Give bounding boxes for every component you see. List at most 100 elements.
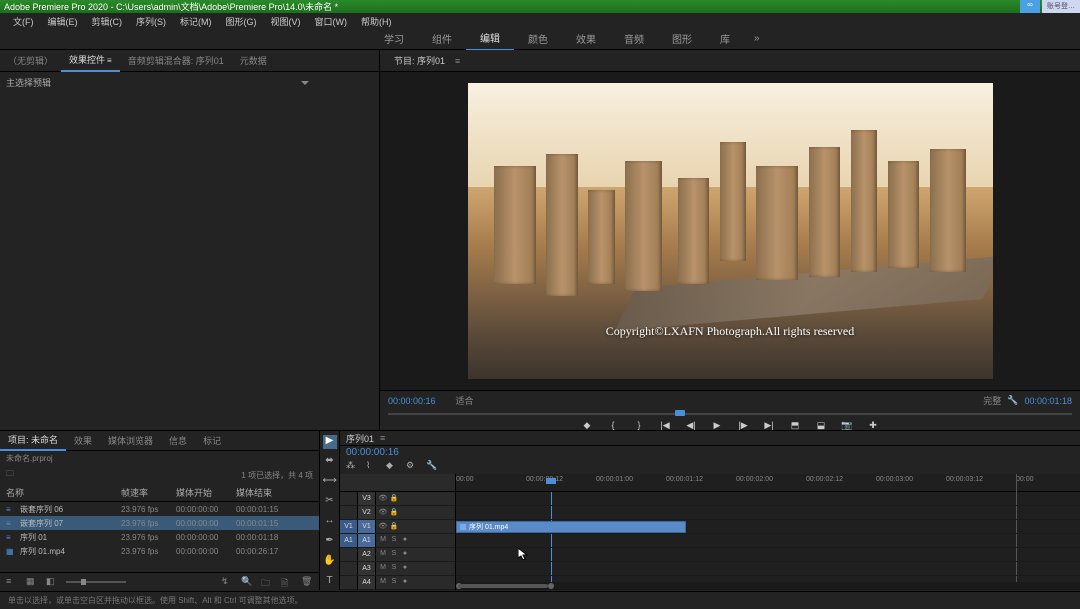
- source-selector[interactable]: 主选择预辑: [6, 76, 51, 89]
- solo-icon[interactable]: S: [389, 578, 399, 588]
- menu-item[interactable]: 图形(G): [219, 13, 264, 28]
- track-target[interactable]: A4: [358, 576, 376, 589]
- snap-icon[interactable]: ⁂: [346, 460, 358, 472]
- program-timecode-right[interactable]: 00:00:01:18: [1024, 396, 1072, 406]
- source-patch[interactable]: [340, 576, 358, 589]
- bin-icon[interactable]: 🗀: [6, 468, 14, 482]
- track-lane-v3[interactable]: [456, 492, 1080, 506]
- sign-in-button[interactable]: 账号登…: [1042, 0, 1080, 13]
- source-tab[interactable]: 效果控件≡: [61, 49, 120, 72]
- workspace-tab[interactable]: 效果: [562, 27, 610, 50]
- workspace-tab[interactable]: 学习: [370, 27, 418, 50]
- menu-item[interactable]: 剪辑(C): [85, 13, 130, 28]
- menu-item[interactable]: 文(F): [6, 13, 41, 28]
- panel-menu-icon[interactable]: ≡: [455, 56, 460, 66]
- menu-item[interactable]: 帮助(H): [354, 13, 399, 28]
- source-patch[interactable]: [340, 562, 358, 575]
- toggle-output-icon[interactable]: 👁: [378, 494, 388, 504]
- cloud-sync-icon[interactable]: ∞: [1020, 0, 1040, 13]
- program-timecode-left[interactable]: 00:00:00:16: [388, 396, 436, 406]
- zoom-in-handle[interactable]: [548, 583, 554, 589]
- project-item[interactable]: ≡嵌套序列 0723.976 fps00:00:00:0000:00:01:15: [0, 516, 319, 530]
- program-monitor[interactable]: Copyright©LXAFN Photograph.All rights re…: [380, 72, 1080, 390]
- voiceover-icon[interactable]: ●: [400, 536, 410, 546]
- track-target[interactable]: A3: [358, 562, 376, 575]
- track-lane-v2[interactable]: [456, 506, 1080, 520]
- razor-tool-icon[interactable]: ✂: [323, 495, 337, 509]
- track-lane-a3[interactable]: [456, 562, 1080, 576]
- audio-track-header[interactable]: A4MS●: [340, 576, 455, 590]
- video-track-header[interactable]: V1V1👁🔒: [340, 520, 455, 534]
- video-track-header[interactable]: V3👁🔒: [340, 492, 455, 506]
- project-tab[interactable]: 效果: [66, 431, 100, 450]
- workspace-tab[interactable]: 图形: [658, 27, 706, 50]
- slip-tool-icon[interactable]: ↔: [323, 515, 337, 529]
- project-item[interactable]: ▦序列 01.mp423.976 fps00:00:00:0000:00:26:…: [0, 544, 319, 558]
- workspace-tab[interactable]: 颜色: [514, 27, 562, 50]
- timeline-timecode[interactable]: 00:00:00:16: [346, 447, 399, 458]
- voiceover-icon[interactable]: ●: [400, 564, 410, 574]
- source-tab[interactable]: （无剪辑）: [0, 50, 61, 71]
- workspace-tab[interactable]: 库: [706, 27, 744, 50]
- scroll-thumb[interactable]: [458, 584, 548, 588]
- track-target[interactable]: V3: [358, 492, 376, 505]
- panel-menu-icon[interactable]: ≡: [380, 433, 385, 443]
- program-scrubber[interactable]: [388, 410, 1072, 418]
- source-patch[interactable]: A1: [340, 534, 358, 547]
- source-patch[interactable]: V1: [340, 520, 358, 533]
- track-target[interactable]: V2: [358, 506, 376, 519]
- settings-icon[interactable]: 🔧: [1007, 395, 1018, 406]
- col-fps[interactable]: 帧速率: [121, 486, 176, 499]
- project-item[interactable]: ≡嵌套序列 0623.976 fps00:00:00:0000:00:01:15: [0, 502, 319, 516]
- fx-badge-icon[interactable]: [460, 524, 466, 530]
- toggle-lock-icon[interactable]: 🔒: [389, 522, 399, 532]
- workspace-tab[interactable]: 音频: [610, 27, 658, 50]
- marker-icon[interactable]: ◆: [386, 460, 398, 472]
- project-tab[interactable]: 媒体浏览器: [100, 431, 161, 450]
- source-patch[interactable]: [340, 492, 358, 505]
- program-tab[interactable]: 节目: 序列01: [388, 50, 451, 71]
- type-tool-icon[interactable]: T: [323, 575, 337, 589]
- menu-item[interactable]: 标记(M): [173, 13, 219, 28]
- project-tab[interactable]: 项目: 未命名: [0, 430, 66, 451]
- menu-item[interactable]: 序列(S): [129, 13, 173, 28]
- mute-icon[interactable]: M: [378, 564, 388, 574]
- scrubber-head[interactable]: [675, 410, 685, 416]
- video-clip[interactable]: 序列 01.mp4: [456, 521, 686, 533]
- voiceover-icon[interactable]: ●: [400, 578, 410, 588]
- audio-track-header[interactable]: A2MS●: [340, 548, 455, 562]
- menu-item[interactable]: 编辑(E): [41, 13, 85, 28]
- col-in[interactable]: 媒体开始: [176, 486, 236, 499]
- audio-track-header[interactable]: A1A1MS●: [340, 534, 455, 548]
- solo-icon[interactable]: S: [389, 550, 399, 560]
- playhead-icon[interactable]: [546, 478, 556, 484]
- time-ruler[interactable]: 00:0000:00:00:1200:00:01:0000:00:01:1200…: [456, 474, 1080, 492]
- mute-icon[interactable]: M: [378, 578, 388, 588]
- track-target[interactable]: A1: [358, 534, 376, 547]
- toggle-lock-icon[interactable]: 🔒: [389, 508, 399, 518]
- track-lane-a2[interactable]: [456, 548, 1080, 562]
- toggle-output-icon[interactable]: 👁: [378, 522, 388, 532]
- solo-icon[interactable]: S: [389, 564, 399, 574]
- list-view-icon[interactable]: ≡: [6, 576, 18, 588]
- track-target[interactable]: A2: [358, 548, 376, 561]
- track-lane-v1[interactable]: 序列 01.mp4: [456, 520, 1080, 534]
- track-target[interactable]: V1: [358, 520, 376, 533]
- toggle-lock-icon[interactable]: 🔒: [389, 494, 399, 504]
- source-patch[interactable]: [340, 506, 358, 519]
- mute-icon[interactable]: M: [378, 550, 388, 560]
- ripple-tool-icon[interactable]: ⟷: [323, 475, 337, 489]
- voiceover-icon[interactable]: ●: [400, 550, 410, 560]
- video-track-header[interactable]: V2👁🔒: [340, 506, 455, 520]
- hand-tool-icon[interactable]: ✋: [323, 555, 337, 569]
- source-tab[interactable]: 元数据: [232, 50, 275, 71]
- settings-icon[interactable]: ⚙: [406, 460, 418, 472]
- source-patch[interactable]: [340, 548, 358, 561]
- resolution-full[interactable]: 完整: [983, 394, 1001, 407]
- zoom-slider[interactable]: [66, 581, 126, 583]
- find-icon[interactable]: 🔍: [241, 576, 253, 588]
- menu-item[interactable]: 窗口(W): [308, 13, 355, 28]
- toggle-output-icon[interactable]: 👁: [378, 508, 388, 518]
- menu-item[interactable]: 视图(V): [264, 13, 308, 28]
- new-bin-icon[interactable]: 🗀: [261, 576, 273, 588]
